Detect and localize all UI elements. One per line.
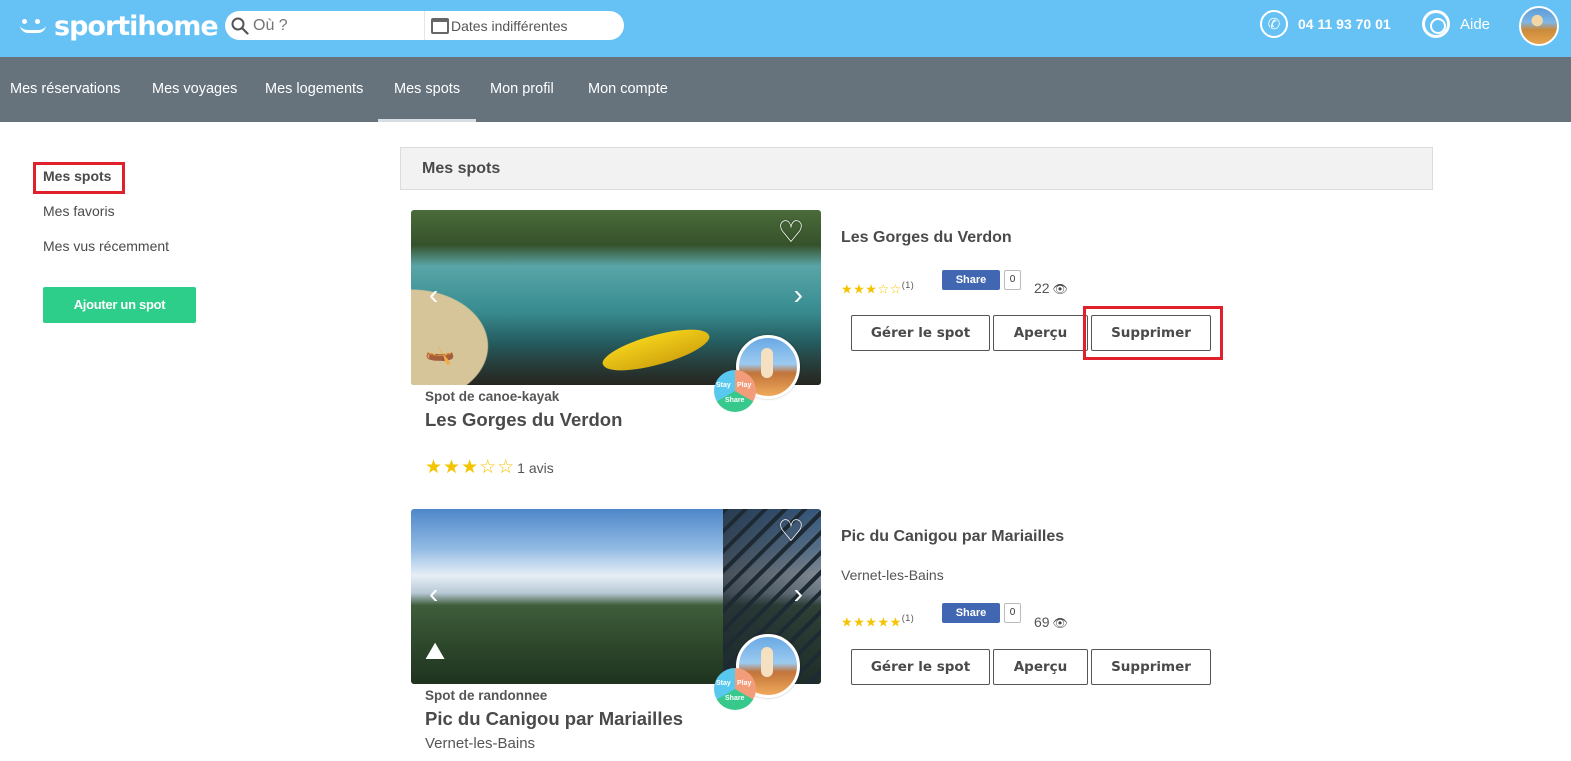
manage-spot-button[interactable]: Gérer le spot [851,649,990,685]
views-number: 22 [1034,280,1050,296]
account-nav: Mes réservations Mes voyages Mes logemen… [0,57,1571,122]
nav-mon-profil[interactable]: Mon profil [490,57,554,122]
rating-count: (1) [901,280,915,290]
eye-icon: 👁 [1052,616,1068,630]
rating-count: (1) [901,613,915,623]
badge-play: Play [737,680,752,687]
nav-mes-logements[interactable]: Mes logements [265,57,363,122]
top-header: sportihome Dates indifférentes ✆ 04 11 9… [0,0,1571,57]
chevron-left-icon[interactable]: ‹ [429,579,438,609]
share-count: 0 [1004,270,1021,290]
phone-number: 04 11 93 70 01 [1298,16,1391,32]
dates-label: Dates indifférentes [451,17,568,34]
spot-type: Spot de canoe-kayak [425,389,560,404]
spot-title-right[interactable]: Les Gorges du Verdon [841,229,1012,247]
beach-area [411,280,501,385]
where-input[interactable] [253,16,413,35]
dates-selector[interactable]: Dates indifférentes [425,11,624,40]
star-icons: ★★★☆☆ [841,281,902,297]
badge-share: Share [725,695,745,702]
search-where[interactable] [225,11,425,40]
highlight-box [33,162,125,194]
sidebar-item-mes-favoris[interactable]: Mes favoris [43,203,115,219]
search-bar: Dates indifférentes [225,11,624,40]
mini-rating: ★★★☆☆(1) [841,280,914,297]
preview-button[interactable]: Aperçu [993,315,1088,351]
kayak-icon: 🛶 [425,339,455,366]
stay-play-share-badge: Stay Play Share [714,668,756,710]
spot-place: Vernet-les-Bains [425,735,536,752]
lifebuoy-icon [1422,10,1450,38]
share-count: 0 [1004,603,1021,623]
help-label: Aide [1460,15,1491,33]
mini-rating: ★★★★★(1) [841,613,914,630]
spot-title[interactable]: Pic du Canigou par Mariailles [425,708,683,730]
search-icon [231,17,249,35]
chevron-left-icon[interactable]: ‹ [429,280,438,310]
spot-place-right: Vernet-les-Bains [841,567,944,583]
chevron-right-icon[interactable]: › [794,579,803,609]
add-spot-button[interactable]: Ajouter un spot [43,287,196,323]
phone-icon: ✆ [1260,10,1288,38]
logo-text: sportihome [54,10,219,42]
spot-title-right[interactable]: Pic du Canigou par Mariailles [841,528,1064,546]
sidebar-item-mes-vus-recemment[interactable]: Mes vus récemment [43,238,169,254]
facebook-share-button[interactable]: Share [942,603,1000,623]
preview-button[interactable]: Aperçu [993,649,1088,685]
spot-rating: ★★★☆☆ 1 avis [425,456,554,479]
nav-mes-voyages[interactable]: Mes voyages [152,57,237,122]
kayak-shape [599,318,713,382]
stay-play-share-badge: Stay Play Share [714,370,756,412]
nav-mon-compte[interactable]: Mon compte [588,57,668,122]
nav-mes-reservations[interactable]: Mes réservations [10,57,120,122]
heart-icon[interactable]: ♡ [775,218,807,248]
calendar-icon [431,17,449,34]
delete-button[interactable]: Supprimer [1091,649,1211,685]
facebook-share-button[interactable]: Share [942,270,1000,290]
badge-stay: Stay [716,382,731,389]
hiking-icon: ⛰ [425,638,446,665]
nav-mes-spots[interactable]: Mes spots [377,57,477,122]
highlight-box [1083,306,1223,360]
eye-icon: 👁 [1052,282,1068,296]
smile-logo-icon [18,15,50,37]
spot-type: Spot de randonnee [425,688,548,703]
user-avatar[interactable] [1519,6,1559,46]
heart-icon[interactable]: ♡ [775,517,807,547]
help-link[interactable]: Aide [1422,10,1490,38]
view-count: 22 👁 [1034,280,1068,296]
review-count: 1 avis [517,460,554,476]
star-icons: ★★★★★ [841,614,902,630]
views-number: 69 [1034,614,1050,630]
spot-title[interactable]: Les Gorges du Verdon [425,409,622,431]
sportihome-logo[interactable]: sportihome [18,8,219,44]
manage-spot-button[interactable]: Gérer le spot [851,315,990,351]
view-count: 69 👁 [1034,614,1068,630]
chevron-right-icon[interactable]: › [794,280,803,310]
badge-play: Play [737,382,752,389]
badge-stay: Stay [716,680,731,687]
section-title: Mes spots [400,147,1433,190]
badge-share: Share [725,397,745,404]
phone-contact[interactable]: ✆ 04 11 93 70 01 [1260,10,1391,38]
star-icons: ★★★☆☆ [425,457,516,478]
